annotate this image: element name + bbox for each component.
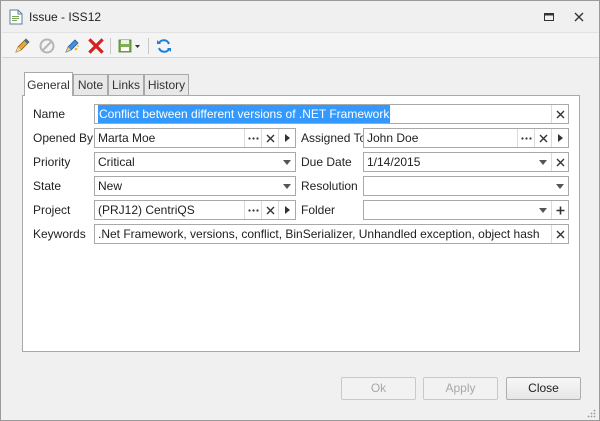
ok-button[interactable]: Ok <box>341 377 416 400</box>
toolbar-separator <box>148 38 149 54</box>
priority-dropdown-icon[interactable] <box>278 153 295 171</box>
name-value: Conflict between different versions of .… <box>98 105 391 123</box>
folder-dropdown-icon[interactable] <box>534 201 551 219</box>
project-browse-icon[interactable] <box>244 201 261 219</box>
project-field[interactable]: (PRJ12) CentriQS <box>94 200 296 220</box>
clear-name-icon[interactable] <box>551 105 568 123</box>
delete-x-icon[interactable] <box>87 37 105 55</box>
window-title: Issue - ISS12 <box>29 10 102 24</box>
edit-sparkle-icon[interactable] <box>63 37 81 55</box>
clear-keywords-icon[interactable] <box>551 225 568 243</box>
resolution-label: Resolution <box>301 179 358 193</box>
folder-label: Folder <box>301 203 336 217</box>
tab-links[interactable]: Links <box>108 74 144 95</box>
assigned-to-field[interactable]: John Doe <box>363 128 569 148</box>
project-label: Project <box>33 203 71 217</box>
state-dropdown-icon[interactable] <box>278 177 295 195</box>
due-date-value: 1/14/2015 <box>367 155 421 169</box>
due-date-label: Due Date <box>301 155 352 169</box>
keywords-label: Keywords <box>33 227 86 241</box>
assigned-to-browse-icon[interactable] <box>517 129 534 147</box>
assigned-to-open-icon[interactable] <box>551 129 568 147</box>
issue-window: Issue - ISS12 General Note Links History… <box>0 0 600 421</box>
project-clear-icon[interactable] <box>261 201 278 219</box>
tab-history[interactable]: History <box>144 74 189 95</box>
opened-by-browse-icon[interactable] <box>244 129 261 147</box>
restore-icon[interactable] <box>543 11 555 23</box>
priority-label: Priority <box>33 155 71 169</box>
assigned-to-label: Assigned To <box>301 131 367 145</box>
opened-by-field[interactable]: Marta Moe <box>94 128 296 148</box>
save-options-icon[interactable] <box>117 37 143 55</box>
due-date-dropdown-icon[interactable] <box>534 153 551 171</box>
opened-by-clear-icon[interactable] <box>261 129 278 147</box>
state-value: New <box>98 179 123 193</box>
toolbar-separator <box>110 38 111 54</box>
opened-by-value: Marta Moe <box>98 131 156 145</box>
state-select[interactable]: New <box>94 176 296 196</box>
keywords-value: .Net Framework, versions, conflict, BinS… <box>98 227 540 241</box>
close-window-icon[interactable] <box>573 11 585 23</box>
title-bar: Issue - ISS12 <box>1 1 599 31</box>
document-icon <box>9 9 23 25</box>
tab-general[interactable]: General <box>24 72 73 96</box>
edit-pencil-icon[interactable] <box>13 37 31 55</box>
resolution-select[interactable] <box>363 176 569 196</box>
assigned-to-value: John Doe <box>367 131 419 145</box>
assigned-to-clear-icon[interactable] <box>534 129 551 147</box>
resize-grip-icon[interactable] <box>586 407 596 418</box>
refresh-icon[interactable] <box>155 37 173 55</box>
toolbar <box>2 32 599 58</box>
folder-select[interactable] <box>363 200 569 220</box>
folder-add-icon[interactable] <box>551 201 568 219</box>
due-date-picker[interactable]: 1/14/2015 <box>363 152 569 172</box>
keywords-field[interactable]: .Net Framework, versions, conflict, BinS… <box>94 224 569 244</box>
opened-by-open-icon[interactable] <box>278 129 295 147</box>
opened-by-label: Opened By <box>33 131 94 145</box>
name-label: Name <box>33 107 66 121</box>
name-field[interactable]: Conflict between different versions of .… <box>94 104 569 124</box>
cancel-circle-icon[interactable] <box>38 37 56 55</box>
tab-note[interactable]: Note <box>73 74 108 95</box>
close-button[interactable]: Close <box>506 377 581 400</box>
due-date-clear-icon[interactable] <box>551 153 568 171</box>
project-value: (PRJ12) CentriQS <box>98 203 195 217</box>
project-open-icon[interactable] <box>278 201 295 219</box>
priority-value: Critical <box>98 155 135 169</box>
priority-select[interactable]: Critical <box>94 152 296 172</box>
state-label: State <box>33 179 62 193</box>
apply-button[interactable]: Apply <box>423 377 498 400</box>
resolution-dropdown-icon[interactable] <box>551 177 568 195</box>
